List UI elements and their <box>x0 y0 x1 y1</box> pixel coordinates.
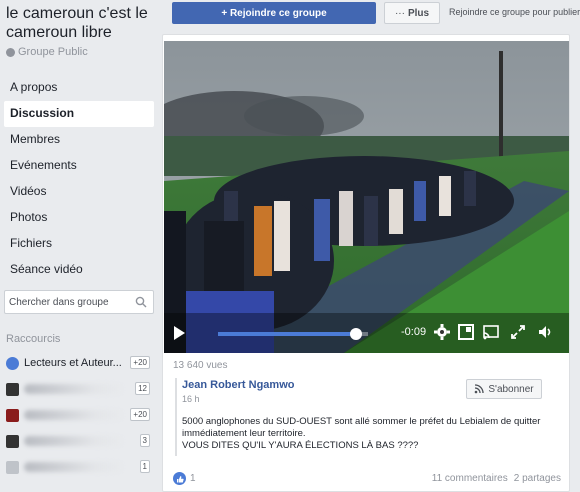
group-privacy: Groupe Public <box>6 46 88 58</box>
more-dots-icon: ··· <box>394 7 405 19</box>
nav-item-discussion[interactable]: Discussion <box>4 101 154 127</box>
video-frame <box>164 41 569 353</box>
like-icon <box>173 472 186 485</box>
post-author[interactable]: Jean Robert Ngamwo <box>182 379 294 391</box>
reactions-summary[interactable]: 1 <box>173 472 196 485</box>
shared-post-divider <box>175 378 177 456</box>
post-card: -0:09 13 640 vues Jean Robert Ngamwo 16 … <box>162 34 570 492</box>
post-stats: 11 commentaires 2 partages <box>432 473 561 484</box>
play-icon[interactable] <box>174 326 185 340</box>
shortcuts-title: Raccourcis <box>6 333 61 345</box>
shortcuts-list: Lecteurs et Auteur... +20 12 +20 3 1 <box>4 350 154 480</box>
nav-item-photos[interactable]: Photos <box>4 205 154 231</box>
group-privacy-label: Groupe Public <box>18 46 88 58</box>
shortcut-item[interactable]: 12 <box>4 376 154 402</box>
post-text-line: 5000 anglophones du SUD-OUEST sont allé … <box>182 416 541 439</box>
join-to-post-hint: Rejoindre ce groupe pour publier <box>449 7 580 17</box>
more-button[interactable]: ··· Plus <box>384 2 440 24</box>
view-count: 13 640 vues <box>173 360 228 371</box>
video-scrubber-handle[interactable] <box>350 328 362 340</box>
search-icon[interactable] <box>135 296 147 308</box>
nav-item-files[interactable]: Fichiers <box>4 231 154 257</box>
group-nav: A propos Discussion Membres Evénements V… <box>4 75 154 283</box>
fullscreen-icon[interactable] <box>509 323 527 341</box>
follow-button[interactable]: S'abonner <box>466 379 542 399</box>
right-margin <box>571 34 580 492</box>
group-search-input[interactable] <box>5 291 125 313</box>
shortcut-badge: 3 <box>139 434 150 447</box>
shortcut-badge: +20 <box>130 356 150 369</box>
volume-icon[interactable] <box>536 323 554 341</box>
shortcut-label-redacted <box>24 436 124 446</box>
shortcut-badge: 12 <box>135 382 150 395</box>
group-search <box>4 290 154 314</box>
post-body: 5000 anglophones du SUD-OUEST sont allé … <box>182 416 552 452</box>
shortcut-item[interactable]: 1 <box>4 454 154 480</box>
shortcut-label: Lecteurs et Auteur... <box>24 357 122 369</box>
page-icon <box>6 382 19 396</box>
nav-item-about[interactable]: A propos <box>4 75 154 101</box>
page-icon <box>6 434 19 448</box>
video-progress-bar[interactable] <box>218 328 368 340</box>
shortcut-label-redacted <box>24 410 124 420</box>
page-icon <box>6 408 19 422</box>
nav-item-video-session[interactable]: Séance vidéo <box>4 257 154 283</box>
join-group-button[interactable]: + Rejoindre ce groupe <box>172 2 376 24</box>
shortcut-label-redacted <box>24 462 124 472</box>
globe-icon <box>6 47 15 57</box>
shortcut-badge: +20 <box>130 408 150 421</box>
shortcut-label-redacted <box>24 384 124 394</box>
gear-icon[interactable] <box>433 323 451 341</box>
shortcut-item[interactable]: Lecteurs et Auteur... +20 <box>4 350 154 376</box>
comment-count[interactable]: 11 commentaires <box>432 473 508 484</box>
follow-label: S'abonner <box>488 383 534 395</box>
nav-item-events[interactable]: Evénements <box>4 153 154 179</box>
post-text-line: VOUS DITES QU'IL Y'AURA ÉLECTIONS LÀ BAS… <box>182 440 419 451</box>
group-icon <box>6 356 19 370</box>
video-progress-fill <box>218 332 356 336</box>
video-time-remaining: -0:09 <box>401 326 427 338</box>
left-sidebar: le cameroun c'est le cameroun libre Grou… <box>0 0 162 492</box>
group-title[interactable]: le cameroun c'est le cameroun libre <box>6 4 162 42</box>
cast-icon[interactable] <box>482 323 500 341</box>
more-label: Plus <box>407 7 430 19</box>
page-icon <box>6 460 19 474</box>
post-timestamp[interactable]: 16 h <box>182 394 200 404</box>
nav-item-members[interactable]: Membres <box>4 127 154 153</box>
share-count[interactable]: 2 partages <box>514 473 561 484</box>
nav-item-videos[interactable]: Vidéos <box>4 179 154 205</box>
video-controls: -0:09 <box>164 313 569 353</box>
picture-in-picture-icon[interactable] <box>457 323 475 341</box>
like-count: 1 <box>190 473 196 484</box>
shortcut-item[interactable]: 3 <box>4 428 154 454</box>
rss-icon <box>475 384 485 394</box>
video-player[interactable]: -0:09 <box>164 41 569 353</box>
shortcut-item[interactable]: +20 <box>4 402 154 428</box>
shortcut-badge: 1 <box>139 460 150 473</box>
